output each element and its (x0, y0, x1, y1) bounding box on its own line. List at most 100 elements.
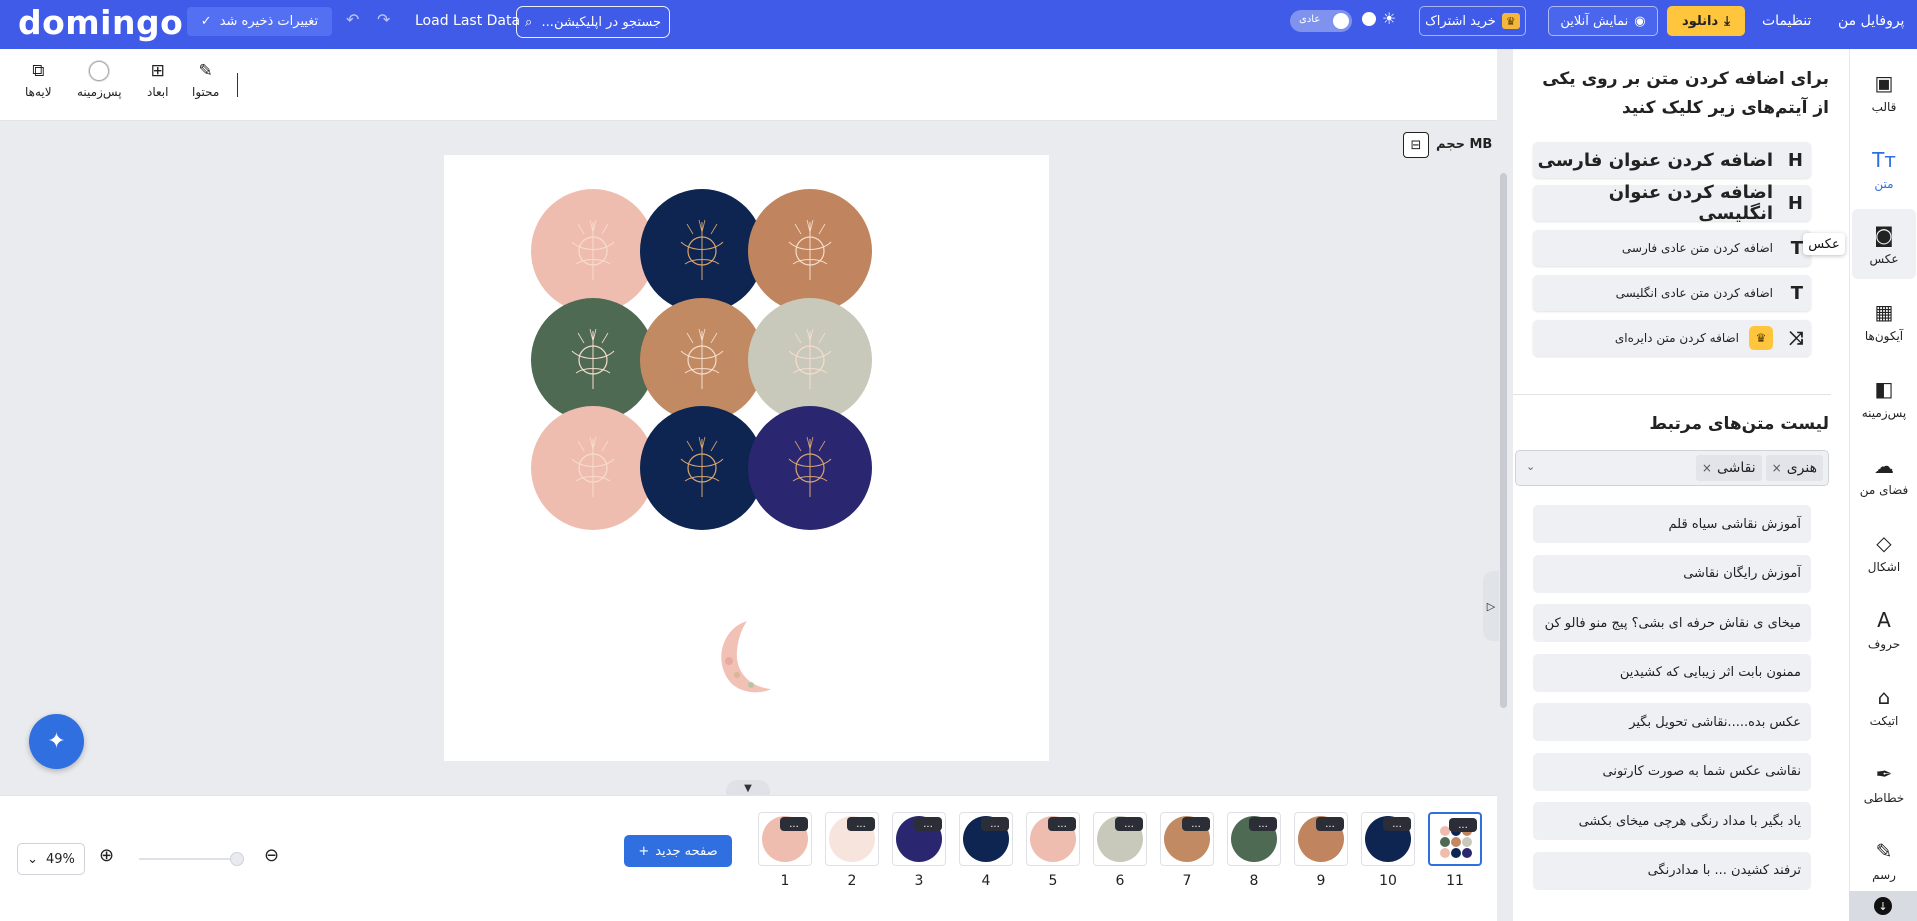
page-thumbnail[interactable]: ... (1227, 812, 1281, 866)
theme-switch[interactable]: ☀ (1362, 9, 1402, 28)
related-text-item[interactable]: آموزش رایگان نقاشی (1533, 554, 1811, 593)
nav-item[interactable]: A حروف (1852, 594, 1916, 664)
tag-chip[interactable]: هنری × (1765, 455, 1823, 481)
add-text-button[interactable]: T اضافه کردن متن عادی انگلیسی (1533, 275, 1811, 311)
magic-wand-button[interactable]: ✦ (29, 714, 84, 769)
remove-tag-icon[interactable]: × (1772, 461, 1782, 475)
new-page-button[interactable]: + صفحه جدید (624, 835, 732, 867)
highlight-circle[interactable] (531, 406, 655, 530)
mode-toggle[interactable]: عادی (1290, 10, 1352, 32)
thumbnail-more-button[interactable]: ... (914, 817, 942, 831)
thumbnail-more-button[interactable]: ... (1383, 817, 1411, 831)
app-logo[interactable]: domingo (18, 3, 183, 42)
search-input[interactable]: جستجو در اپلیکیشن... ⌕ (516, 6, 670, 38)
related-text-item[interactable]: میخای ی نقاش حرفه ای بشی؟ پیج منو فالو ک… (1533, 604, 1811, 642)
thumbnail-more-button[interactable]: ... (1249, 817, 1277, 831)
nav-item[interactable]: ▣ قالب (1852, 57, 1916, 127)
profile-link[interactable]: پروفایل من (1838, 13, 1904, 29)
related-text-item[interactable]: ممنون بابت اثر زیبایی که کشیدین (1533, 653, 1811, 692)
panel-collapse-handle[interactable]: ▷ (1483, 571, 1499, 641)
tag-select[interactable]: هنری × نقاشی × ⌄ (1515, 450, 1829, 486)
nav-icon: ⌂ (1877, 684, 1891, 709)
page-thumbnail[interactable]: ... (1093, 812, 1147, 866)
undo-icon[interactable]: ↶ (346, 10, 359, 29)
chevron-down-icon[interactable]: ⌄ (1526, 460, 1535, 473)
remove-tag-icon[interactable]: × (1702, 461, 1712, 475)
nav-scroll-down[interactable]: ↓ (1849, 891, 1917, 921)
highlight-circle[interactable] (640, 298, 764, 422)
eye-icon: ◉ (1634, 13, 1646, 29)
add-text-button[interactable]: H اضافه کردن عنوان فارسی (1533, 142, 1811, 178)
highlight-circle[interactable] (531, 298, 655, 422)
nav-item[interactable]: Tт متن (1852, 134, 1916, 204)
nav-item[interactable]: ◙ عکس (1852, 209, 1916, 279)
page-thumbnail[interactable]: ... (1361, 812, 1415, 866)
zoom-out-icon[interactable]: ⊖ (264, 845, 279, 866)
content-button[interactable]: ✎ محتوا (192, 61, 219, 99)
nav-icon: Tт (1872, 147, 1896, 172)
download-button[interactable]: دانلود ⤓ (1667, 6, 1745, 36)
related-text-item[interactable]: عکس بده.....نقاشی تحویل بگیر (1533, 703, 1811, 741)
highlight-circle[interactable] (748, 189, 872, 313)
page-number: 4 (981, 873, 991, 889)
page-thumbnail[interactable]: ... (1294, 812, 1348, 866)
related-text-item[interactable]: نقاشی عکس شما به صورت کارتونی (1533, 752, 1811, 791)
page-thumbnail[interactable]: ... (959, 812, 1013, 866)
highlight-circle[interactable] (640, 189, 764, 313)
subscribe-button[interactable]: خرید اشتراک ♛ (1419, 6, 1526, 36)
zoom-select[interactable]: ⌄ 49% (17, 843, 85, 875)
zoom-in-icon[interactable]: ⊕ (99, 845, 114, 866)
dimensions-button[interactable]: ⊞ ابعاد (147, 61, 168, 99)
thumbnail-more-button[interactable]: ... (981, 817, 1009, 831)
design-page[interactable] (444, 155, 1049, 761)
thumbnail-more-button[interactable]: ... (1048, 817, 1076, 831)
thumbnail-more-button[interactable]: ... (780, 817, 808, 831)
add-text-button[interactable]: T اضافه کردن متن عادی فارسی (1533, 230, 1811, 266)
save-status-button[interactable]: ✓ تغییرات ذخیره شد (187, 7, 332, 36)
highlight-circle[interactable] (748, 298, 872, 422)
page-thumbnail[interactable]: ... (1428, 812, 1482, 866)
nav-item[interactable]: ⌂ اتیکت (1852, 671, 1916, 741)
top-bar: domingo ✓ تغییرات ذخیره شد ↶ ↷ Load Last… (0, 0, 1917, 49)
related-text-item[interactable]: آموزش نقاشی سیاه قلم (1533, 505, 1811, 543)
related-text-item[interactable]: ترفند کشیدن ... با مدادرنگی (1533, 851, 1811, 890)
page-thumbnail[interactable]: ... (892, 812, 946, 866)
tag-chip[interactable]: نقاشی × (1695, 455, 1762, 481)
side-nav: ▣ قالب Tт متن ◙ عکس ▦ آیکون‌ها ◧ پس‌زمینه ☁ فضای من… (1849, 49, 1917, 921)
background-button[interactable]: پس‌زمینه (77, 61, 122, 99)
add-text-button[interactable]: ⤨ ♛ اضافه کردن متن دایره‌ای (1533, 320, 1811, 356)
add-text-button[interactable]: H اضافه کردن عنوان انگلیسی (1533, 182, 1811, 224)
zoom-slider[interactable] (139, 858, 244, 860)
related-text-item[interactable]: یاد بگیر با مداد رنگی هرچی میخای بکشی (1533, 802, 1811, 840)
settings-link[interactable]: تنظیمات (1762, 13, 1811, 29)
layers-button[interactable]: ⧉ لایه‌ها (25, 61, 52, 99)
thumbnail-more-button[interactable]: ... (1316, 817, 1344, 831)
nav-item[interactable]: ✎ رسم (1852, 825, 1916, 895)
highlight-circle[interactable] (748, 406, 872, 530)
page-thumbnail[interactable]: ... (1026, 812, 1080, 866)
page-thumbnail[interactable]: ... (825, 812, 879, 866)
thumbnail-more-button[interactable]: ... (1115, 817, 1143, 831)
highlight-circle[interactable] (640, 406, 764, 530)
nav-item[interactable]: ☁ فضای من (1852, 440, 1916, 510)
load-last-data-button[interactable]: Load Last Data (415, 13, 520, 29)
crescent-moon-decoration[interactable] (707, 615, 779, 699)
nav-item[interactable]: ◧ پس‌زمینه (1852, 363, 1916, 433)
nav-item[interactable]: ◇ اشکال (1852, 517, 1916, 587)
nav-item[interactable]: ✒ خطاطی (1852, 748, 1916, 818)
line-art-illustration (680, 219, 724, 280)
nav-item[interactable]: ▦ آیکون‌ها (1852, 286, 1916, 356)
online-preview-button[interactable]: نمایش آنلاین ◉ (1548, 6, 1658, 36)
zoom-slider-thumb[interactable] (230, 852, 244, 866)
thumbnail-more-button[interactable]: ... (847, 817, 875, 831)
thumbnail-more-button[interactable]: ... (1182, 817, 1210, 831)
highlight-circle[interactable] (531, 189, 655, 313)
calculator-icon[interactable]: ⊟ (1403, 132, 1429, 158)
pages-collapse-toggle[interactable]: ▼ (726, 780, 770, 796)
vertical-scrollbar[interactable] (1500, 173, 1507, 708)
page-thumbnail[interactable]: ... (1160, 812, 1214, 866)
redo-icon[interactable]: ↷ (377, 10, 390, 29)
page-thumbnail[interactable]: ... (758, 812, 812, 866)
add-text-label: اضافه کردن متن عادی فارسی (1621, 241, 1773, 255)
thumbnail-more-button[interactable]: ... (1449, 818, 1477, 832)
